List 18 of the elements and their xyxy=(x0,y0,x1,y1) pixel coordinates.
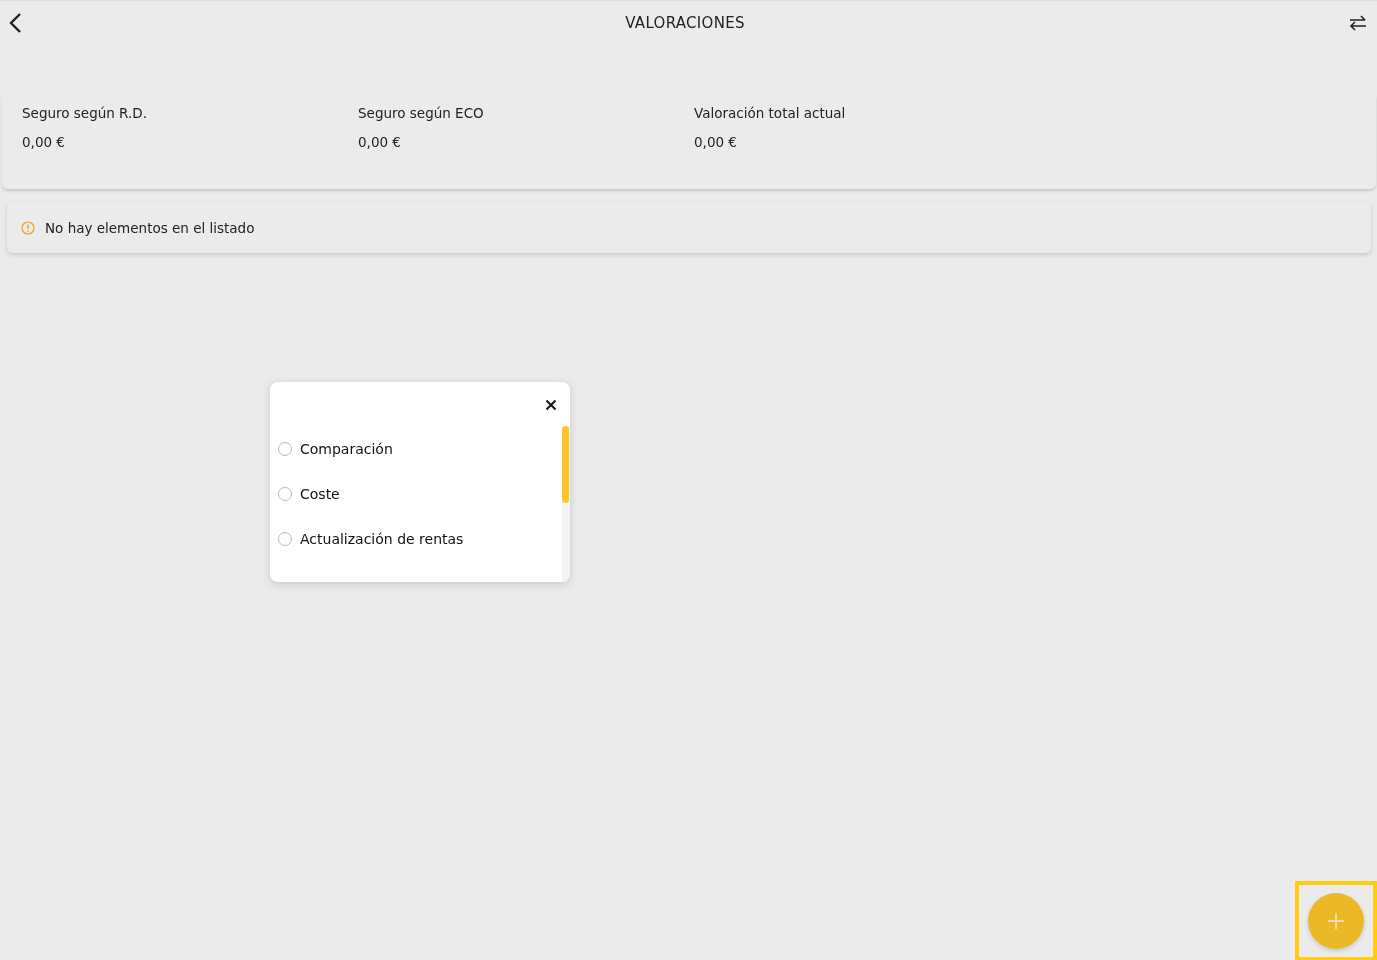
add-button[interactable] xyxy=(1308,893,1364,949)
summary-value: 0,00 € xyxy=(358,134,402,150)
close-icon[interactable] xyxy=(545,399,557,411)
warning-icon xyxy=(21,220,35,235)
summary-label: Valoración total actual xyxy=(694,105,847,121)
option-label: Actualización de rentas xyxy=(300,530,464,547)
option-label: Coste xyxy=(300,485,340,502)
summary-value: 0,00 € xyxy=(22,134,66,150)
notice-text: No hay elementos en el listado xyxy=(45,219,255,236)
swap-arrows-icon[interactable] xyxy=(1348,13,1368,33)
summary-label: Seguro según ECO xyxy=(358,105,485,121)
summary-value: 0,00 € xyxy=(694,134,738,150)
summary-label: Seguro según R.D. xyxy=(22,105,148,121)
option-label: Comparación xyxy=(300,440,393,457)
plus-icon xyxy=(1327,912,1345,930)
back-icon[interactable] xyxy=(8,12,22,34)
page-title: VALORACIONES xyxy=(625,14,745,32)
scrollbar-thumb[interactable] xyxy=(562,426,569,503)
